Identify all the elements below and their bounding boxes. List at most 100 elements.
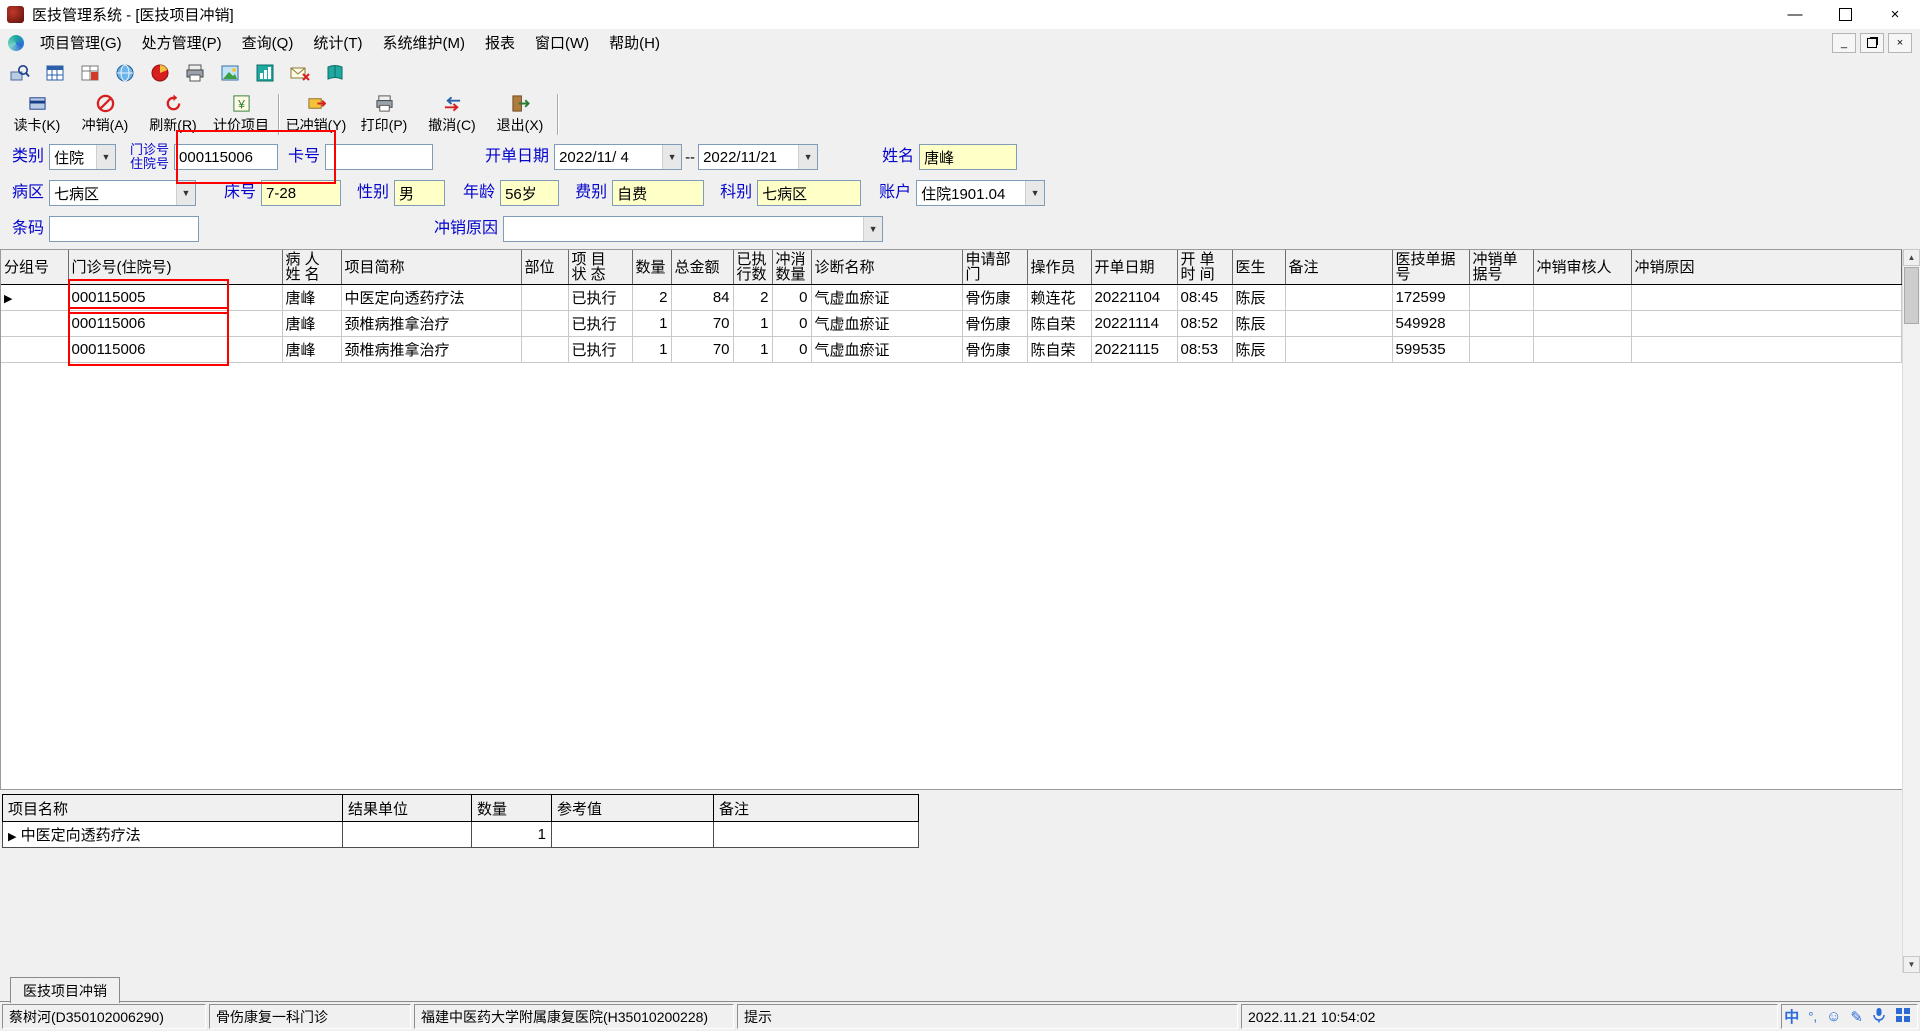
cell[interactable]: 08:53 (1177, 336, 1233, 363)
menu-maintenance[interactable]: 系统维护(M) (373, 29, 476, 56)
patient-name-field[interactable] (919, 144, 1018, 170)
read-card-button[interactable]: 读卡(K) (3, 89, 71, 140)
cell[interactable]: 84 (671, 284, 734, 311)
print-button[interactable]: 打印(P) (350, 89, 418, 140)
cell[interactable]: 1 (632, 310, 672, 337)
menu-statistics[interactable]: 统计(T) (303, 29, 372, 56)
col-doctor[interactable]: 医生 (1232, 250, 1286, 285)
col-quantity[interactable]: 数量 (632, 250, 672, 285)
cell[interactable]: 20221114 (1091, 310, 1178, 337)
cell[interactable]: 2 (733, 284, 773, 311)
reason-select[interactable]: ▼ (503, 216, 884, 242)
cell[interactable]: 颈椎病推拿治疗 (341, 310, 522, 337)
cell[interactable]: 气虚血瘀证 (811, 310, 963, 337)
menu-project[interactable]: 项目管理(G) (30, 29, 132, 56)
cell[interactable]: 1 (733, 310, 773, 337)
ime-keyboard-icon[interactable] (1895, 1007, 1911, 1026)
visit-no-input[interactable] (174, 144, 279, 170)
ime-handwriting-icon[interactable]: ✎ (1850, 1008, 1863, 1026)
register-table-icon[interactable] (80, 63, 100, 83)
cell[interactable] (713, 821, 919, 848)
cell[interactable] (342, 821, 472, 848)
writeoff-button[interactable]: 冲销(A) (71, 89, 139, 140)
col-order-date[interactable]: 开单日期 (1091, 250, 1178, 285)
cell[interactable]: 陈自荣 (1027, 310, 1092, 337)
cell[interactable]: 陈自荣 (1027, 336, 1092, 363)
col-total-amount[interactable]: 总金额 (671, 250, 734, 285)
ward-select[interactable]: 七病区 ▼ (49, 180, 197, 206)
cell[interactable]: 172599 (1392, 284, 1470, 311)
card-no-input[interactable] (325, 144, 434, 170)
cell[interactable]: 1 (733, 336, 773, 363)
minimize-button[interactable]: — (1770, 0, 1820, 29)
col-writeoff-reason[interactable]: 冲销原因 (1631, 250, 1902, 285)
cell-visit-no[interactable]: 000115006 (68, 310, 283, 337)
scroll-up-button[interactable]: ▲ (1903, 249, 1920, 266)
menu-report[interactable]: 报表 (475, 29, 525, 56)
image-viewer-icon[interactable] (220, 63, 240, 83)
vertical-scrollbar[interactable]: ▲ ▼ (1902, 249, 1920, 973)
cell[interactable]: 70 (671, 336, 734, 363)
cell[interactable] (1631, 336, 1902, 363)
account-select[interactable]: 住院1901.04 ▼ (916, 180, 1046, 206)
message-close-icon[interactable] (290, 63, 310, 83)
scrollbar-thumb[interactable] (1904, 267, 1919, 324)
cell[interactable] (521, 284, 569, 311)
undo-button[interactable]: 撤消(C) (418, 89, 486, 140)
cell-visit-no[interactable]: 000115005 (68, 284, 283, 311)
col-item-name[interactable]: 项目简称 (341, 250, 522, 285)
cell[interactable]: 气虚血瘀证 (811, 336, 963, 363)
menu-help[interactable]: 帮助(H) (599, 29, 670, 56)
cell[interactable]: 2 (632, 284, 672, 311)
bed-no-field[interactable] (261, 180, 342, 206)
col-writeoff-qty[interactable]: 冲消 数量 (772, 250, 812, 285)
ime-punctuation-toggle[interactable]: °, (1808, 1009, 1817, 1024)
close-button[interactable]: × (1870, 0, 1920, 29)
cell[interactable]: 陈辰 (1232, 284, 1286, 311)
cell[interactable]: 唐峰 (282, 310, 342, 337)
cell[interactable] (1533, 336, 1632, 363)
col-body-part[interactable]: 部位 (521, 250, 569, 285)
col-receipt-no[interactable]: 医技单据 号 (1392, 250, 1470, 285)
cell[interactable]: 骨伤康 (962, 284, 1028, 311)
cell[interactable] (1285, 284, 1393, 311)
cell[interactable]: 549928 (1392, 310, 1470, 337)
cell[interactable]: 已执行 (568, 310, 633, 337)
cell[interactable]: 1 (471, 821, 552, 848)
cell[interactable] (1533, 284, 1632, 311)
cell[interactable]: 中医定向透药疗法 (341, 284, 522, 311)
report-chart-icon[interactable] (255, 63, 275, 83)
col-writeoff-auditor[interactable]: 冲销审核人 (1533, 250, 1632, 285)
category-select[interactable]: 住院 ▼ (49, 144, 117, 170)
cell[interactable] (1469, 336, 1534, 363)
exit-button[interactable]: 退出(X) (486, 89, 554, 140)
priced-items-button[interactable]: ¥ 计价项目 (207, 89, 275, 140)
cell-visit-no[interactable]: 000115006 (68, 336, 283, 363)
cell[interactable]: 赖连花 (1027, 284, 1092, 311)
cell[interactable]: 骨伤康 (962, 310, 1028, 337)
col-writeoff-receipt-no[interactable]: 冲销单 据号 (1469, 250, 1534, 285)
already-writeoff-button[interactable]: 已冲销(Y) (282, 89, 350, 140)
col-order-time[interactable]: 开 单 时 间 (1177, 250, 1233, 285)
cell[interactable]: 气虚血瘀证 (811, 284, 963, 311)
age-field[interactable] (500, 180, 560, 206)
cell[interactable] (1469, 310, 1534, 337)
mdi-restore-button[interactable] (1860, 32, 1884, 53)
cell[interactable]: 骨伤康 (962, 336, 1028, 363)
col-diagnosis[interactable]: 诊断名称 (811, 250, 963, 285)
refresh-button[interactable]: 刷新(R) (139, 89, 207, 140)
fee-type-field[interactable] (612, 180, 705, 206)
ime-emoji-icon[interactable]: ☺ (1826, 1008, 1841, 1025)
cell[interactable]: 0 (772, 336, 812, 363)
order-date-to-select[interactable]: 2022/11/21 ▼ (698, 144, 819, 170)
manual-book-icon[interactable] (325, 63, 345, 83)
cell[interactable]: 08:52 (1177, 310, 1233, 337)
cell[interactable] (551, 821, 714, 848)
menu-query[interactable]: 查询(Q) (232, 29, 304, 56)
cell[interactable] (1533, 310, 1632, 337)
cell[interactable]: 1 (632, 336, 672, 363)
cell[interactable]: 0 (772, 284, 812, 311)
mdi-close-button[interactable]: × (1888, 32, 1912, 53)
cell[interactable] (1631, 310, 1902, 337)
cell[interactable] (1285, 336, 1393, 363)
